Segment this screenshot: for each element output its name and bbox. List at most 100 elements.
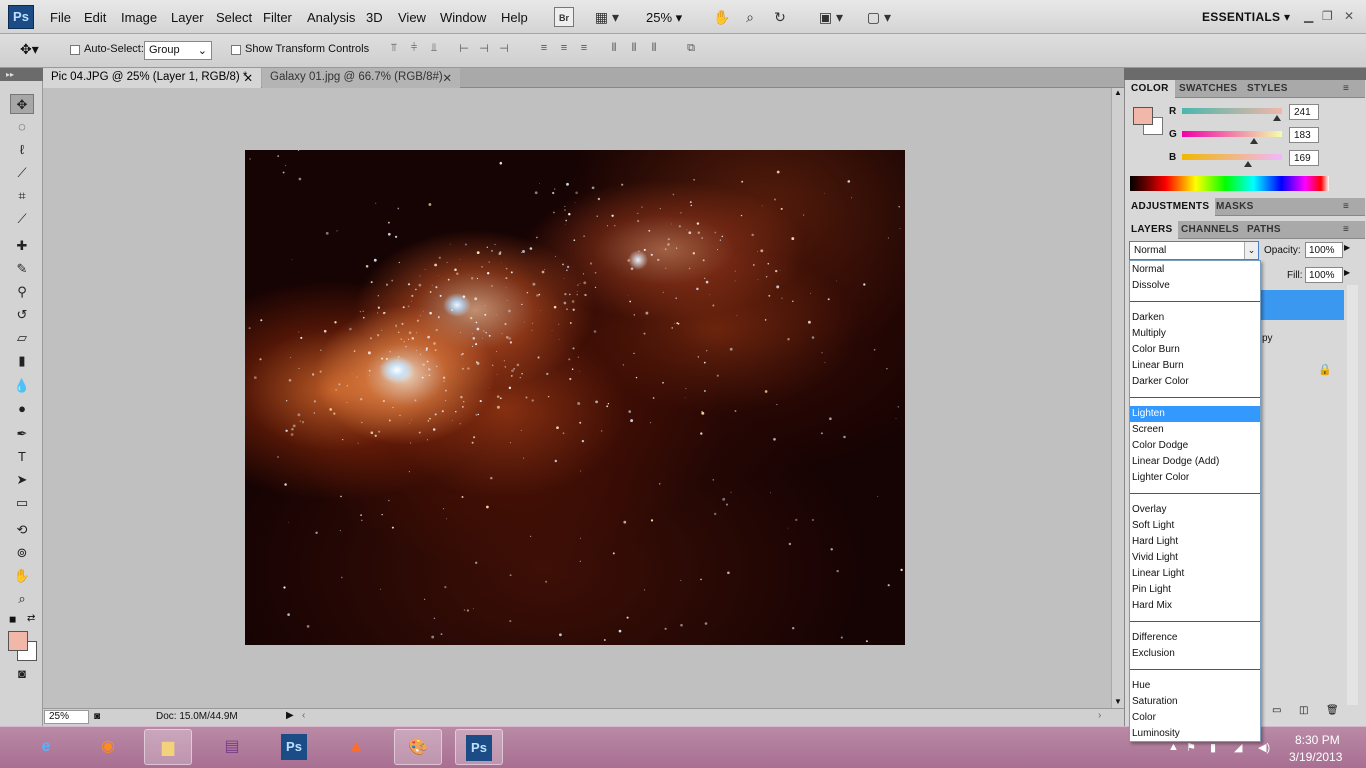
align-right-icon[interactable]: ⊣: [495, 42, 513, 58]
type-tool-icon[interactable]: T: [10, 447, 34, 467]
blue-slider[interactable]: [1182, 154, 1282, 160]
blend-option[interactable]: Hue: [1130, 678, 1260, 694]
tab-paths[interactable]: PATHS: [1241, 221, 1287, 239]
menu-window[interactable]: Window: [440, 10, 486, 25]
blend-option[interactable]: Linear Light: [1130, 566, 1260, 582]
bridge-button[interactable]: Br: [554, 7, 574, 27]
rotate-view-icon[interactable]: ↻: [770, 7, 790, 27]
blend-option[interactable]: Screen: [1130, 422, 1260, 438]
blend-option[interactable]: Multiply: [1130, 326, 1260, 342]
gradient-tool-icon[interactable]: ▮: [10, 351, 34, 371]
history-brush-icon[interactable]: ↺: [10, 305, 34, 325]
menu-edit[interactable]: Edit: [84, 10, 106, 25]
blend-option[interactable]: Pin Light: [1130, 582, 1260, 598]
distribute-top-icon[interactable]: ≡: [535, 42, 553, 58]
menu-filter[interactable]: Filter: [263, 10, 292, 25]
blend-option[interactable]: Luminosity: [1130, 726, 1260, 742]
menu-file[interactable]: File: [50, 10, 71, 25]
tab-masks[interactable]: MASKS: [1210, 198, 1260, 216]
3d-rotate-icon[interactable]: ⟲: [10, 520, 34, 540]
close-tab-icon[interactable]: ✕: [442, 71, 452, 85]
crop-tool-icon[interactable]: ⌗: [10, 186, 34, 206]
blend-option[interactable]: Hard Light: [1130, 534, 1260, 550]
auto-select-dropdown[interactable]: Group ⌄: [144, 41, 212, 60]
blend-mode-select[interactable]: Normal: [1129, 241, 1259, 260]
close-tab-icon[interactable]: ✕: [243, 71, 253, 85]
dodge-tool-icon[interactable]: ●: [10, 399, 34, 419]
scroll-left-icon[interactable]: ‹: [302, 710, 305, 721]
align-left-icon[interactable]: ⊢: [455, 42, 473, 58]
explorer-folder-icon[interactable]: ▆: [144, 729, 192, 765]
blur-tool-icon[interactable]: 💧: [10, 376, 34, 396]
path-select-icon[interactable]: ➤: [10, 470, 34, 490]
red-slider[interactable]: [1182, 108, 1282, 114]
eyedropper-tool-icon[interactable]: ⟋: [10, 209, 34, 229]
blend-option[interactable]: Saturation: [1130, 694, 1260, 710]
zoom-level-menu[interactable]: 25% ▾: [646, 10, 682, 26]
align-hcenter-icon[interactable]: ⊣: [475, 42, 493, 58]
clock-date[interactable]: 3/19/2013: [1289, 750, 1342, 764]
hand-tool-icon[interactable]: ✋: [712, 7, 732, 27]
minimize-icon[interactable]: ▁: [1304, 9, 1313, 23]
color-panel-foreground-swatch[interactable]: [1133, 107, 1153, 125]
restore-icon[interactable]: ❐: [1322, 9, 1333, 23]
blue-value-field[interactable]: 169: [1289, 150, 1319, 166]
opacity-slider-arrow-icon[interactable]: ▶: [1344, 243, 1350, 252]
blend-option[interactable]: Lighten: [1130, 406, 1260, 422]
view-extras-icon[interactable]: ▦ ▾: [590, 7, 624, 27]
status-info-icon[interactable]: ◙: [94, 711, 100, 722]
vertical-scrollbar[interactable]: ▲ ▼: [1111, 88, 1124, 708]
clock-time[interactable]: 8:30 PM: [1295, 733, 1340, 747]
tab-adjustments[interactable]: ADJUSTMENTS: [1125, 198, 1216, 216]
tab-galaxy01[interactable]: Galaxy 01.jpg @ 66.7% (RGB/8#) ✕: [262, 68, 460, 88]
menu-select[interactable]: Select: [216, 10, 252, 25]
pen-tool-icon[interactable]: ✒: [10, 424, 34, 444]
blend-option[interactable]: Soft Light: [1130, 518, 1260, 534]
blend-option[interactable]: Vivid Light: [1130, 550, 1260, 566]
volume-icon[interactable]: ◀): [1258, 741, 1270, 754]
blend-option[interactable]: Color Dodge: [1130, 438, 1260, 454]
default-colors-icon[interactable]: ◼: [9, 614, 16, 625]
power-icon[interactable]: ▮: [1210, 741, 1216, 754]
selected-layer-row[interactable]: [1260, 290, 1344, 320]
blend-option[interactable]: Darken: [1130, 310, 1260, 326]
green-value-field[interactable]: 183: [1289, 127, 1319, 143]
tools-panel-header[interactable]: ▸▸: [0, 68, 43, 81]
delete-layer-icon[interactable]: 🗑: [1326, 705, 1339, 716]
menu-image[interactable]: Image: [121, 10, 157, 25]
show-hidden-icons-icon[interactable]: ▲: [1168, 741, 1179, 753]
tab-pic04[interactable]: Pic 04.JPG @ 25% (Layer 1, RGB/8) * ✕: [43, 68, 261, 88]
blend-option[interactable]: Color: [1130, 710, 1260, 726]
firefox-icon[interactable]: ◉: [84, 729, 132, 765]
zoom-tool-icon[interactable]: ⌕: [740, 7, 760, 27]
red-slider-thumb[interactable]: [1272, 115, 1281, 121]
3d-orbit-icon[interactable]: ⊚: [10, 543, 34, 563]
opacity-field[interactable]: 100%: [1305, 242, 1343, 258]
align-top-icon[interactable]: ⫪: [385, 42, 403, 58]
chevron-down-icon[interactable]: ⌄: [1244, 242, 1258, 259]
layers-scrollbar[interactable]: [1347, 285, 1358, 705]
paint-icon[interactable]: 🎨: [394, 729, 442, 765]
layer-copy-name[interactable]: py: [1262, 333, 1273, 344]
distribute-left-icon[interactable]: ⦀: [605, 42, 623, 58]
eraser-tool-icon[interactable]: ▱: [10, 328, 34, 348]
action-center-flag-icon[interactable]: ⚑: [1186, 741, 1196, 754]
panel-menu-icon[interactable]: ≡: [1343, 224, 1349, 235]
zoom-tool-icon[interactable]: ⌕: [10, 589, 34, 609]
panel-menu-icon[interactable]: ≡: [1343, 83, 1349, 94]
transform-controls-checkbox[interactable]: [231, 45, 241, 55]
network-signal-icon[interactable]: ◢: [1234, 741, 1242, 754]
menu-layer[interactable]: Layer: [171, 10, 204, 25]
marquee-tool-icon[interactable]: ◌: [10, 117, 34, 137]
blend-option[interactable]: Lighter Color: [1130, 470, 1260, 486]
fill-slider-arrow-icon[interactable]: ▶: [1344, 268, 1350, 277]
galaxy-image-canvas[interactable]: [245, 150, 905, 645]
tab-channels[interactable]: CHANNELS: [1175, 221, 1245, 239]
tab-layers[interactable]: LAYERS: [1125, 221, 1179, 239]
move-tool-preset-icon[interactable]: ✥▾: [20, 41, 39, 58]
align-vcenter-icon[interactable]: ⫩: [405, 42, 423, 58]
hand-tool-icon[interactable]: ✋: [10, 566, 34, 586]
distribute-hcenter-icon[interactable]: ⦀: [625, 42, 643, 58]
scroll-right-icon[interactable]: ›: [1098, 710, 1101, 721]
new-group-icon[interactable]: ▭: [1272, 705, 1281, 716]
